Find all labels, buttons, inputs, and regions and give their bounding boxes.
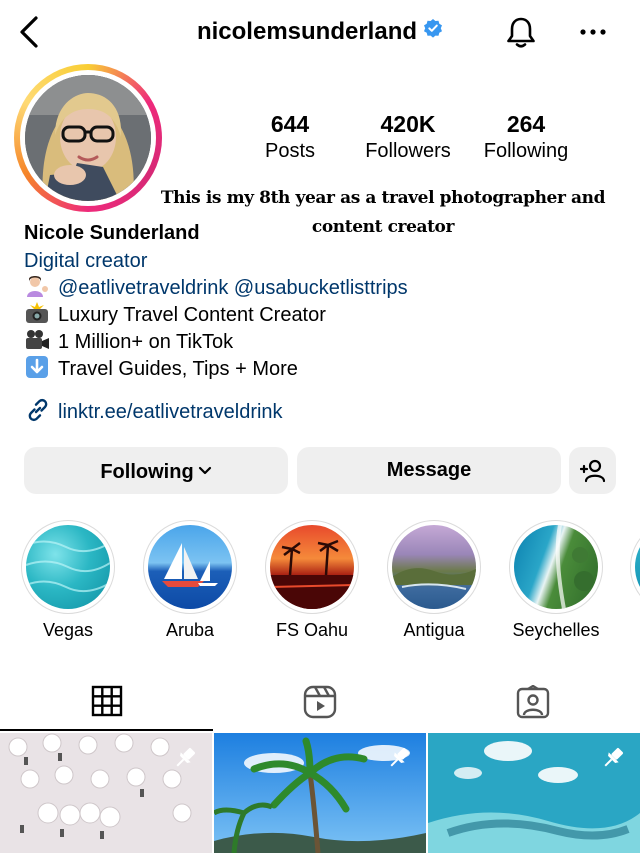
- avatar: [25, 75, 151, 201]
- highlight-vegas[interactable]: Vegas: [20, 520, 116, 641]
- highlight-ring: [21, 520, 115, 614]
- highlight-partial[interactable]: [630, 520, 640, 614]
- add-person-icon: [579, 459, 605, 483]
- highlight-cover: [635, 525, 640, 609]
- more-dots-icon[interactable]: [574, 14, 612, 50]
- caption-overlay-text: This is my 8th year as a travel photogra…: [160, 188, 606, 237]
- profile-link[interactable]: linktr.ee/eatlivetraveldrink: [24, 396, 283, 426]
- highlight-antigua[interactable]: Antigua: [386, 520, 482, 641]
- chevron-down-icon: [198, 447, 212, 494]
- post-thumbnail[interactable]: [214, 733, 426, 853]
- highlight-ring: [630, 520, 640, 614]
- tab-reels[interactable]: [213, 675, 426, 731]
- highlight-cover: [270, 525, 354, 609]
- highlight-seychelles[interactable]: Seychelles: [508, 520, 604, 641]
- pin-icon: [176, 748, 195, 767]
- top-bar: nicolemsunderland: [0, 0, 640, 64]
- profile-link-text: linktr.ee/eatlivetraveldrink: [58, 401, 283, 423]
- profile-username-header: nicolemsunderland: [0, 14, 640, 50]
- highlight-label: Vegas: [42, 620, 94, 640]
- grid-icon: [91, 685, 122, 717]
- highlight-aruba[interactable]: Aruba: [142, 520, 238, 641]
- followers-label: Followers: [365, 140, 451, 162]
- following-label: Following: [483, 140, 569, 162]
- bio-mentions-text[interactable]: @eatlivetraveldrink @usabucketlisttrips: [58, 277, 408, 299]
- add-person-button[interactable]: [569, 447, 616, 494]
- bio-line-tiktok: 1 Million+ on TikTok: [24, 329, 233, 355]
- post-thumbnail[interactable]: [0, 733, 212, 853]
- highlight-cover: [148, 525, 232, 609]
- posts-label: Posts: [264, 140, 316, 162]
- message-button[interactable]: Message: [297, 447, 561, 494]
- stat-followers[interactable]: 420K Followers: [355, 110, 461, 164]
- stat-posts[interactable]: 644 Posts: [240, 110, 340, 164]
- content-tab-bar: [0, 675, 640, 731]
- posts-count: 644: [270, 111, 310, 137]
- highlight-fs-oahu[interactable]: FS Oahu: [264, 520, 360, 641]
- message-button-label: Message: [386, 459, 472, 481]
- highlight-ring: [265, 520, 359, 614]
- highlight-ring: [143, 520, 237, 614]
- followers-count: 420K: [380, 111, 436, 137]
- camera-flash-icon: [24, 302, 50, 324]
- tab-grid[interactable]: [0, 675, 213, 731]
- pin-icon: [390, 748, 409, 767]
- avatar-frame: [20, 70, 156, 206]
- highlight-label: Seychelles: [512, 620, 600, 640]
- profile-name: Nicole Sunderland: [24, 222, 200, 244]
- tagged-icon: [516, 685, 549, 719]
- highlight-label: Aruba: [165, 620, 215, 640]
- highlight-ring: [387, 520, 481, 614]
- highlight-cover: [514, 525, 598, 609]
- following-button-label: Following: [100, 461, 194, 483]
- avatar-story-ring[interactable]: [14, 64, 162, 212]
- username: nicolemsunderland: [196, 18, 418, 45]
- profile-category: Digital creator: [24, 250, 148, 272]
- bell-icon[interactable]: [503, 14, 539, 50]
- bio-line-guides: Travel Guides, Tips + More: [24, 356, 298, 382]
- highlight-cover: [392, 525, 476, 609]
- bio-line-luxury: Luxury Travel Content Creator: [24, 302, 326, 328]
- video-camera-icon: [24, 329, 50, 351]
- reels-icon: [303, 685, 336, 719]
- verified-badge-icon: [423, 13, 443, 49]
- tab-tagged[interactable]: [426, 675, 639, 731]
- post-thumbnail[interactable]: [428, 733, 640, 853]
- woman-tipping-hand-icon: [24, 275, 50, 297]
- highlight-label: Antigua: [403, 620, 465, 640]
- highlight-cover: [26, 525, 110, 609]
- bio-luxury-text: Luxury Travel Content Creator: [58, 304, 326, 326]
- down-arrow-icon: [24, 356, 50, 378]
- bio-guides-text: Travel Guides, Tips + More: [58, 358, 298, 380]
- bio-line-mentions: @eatlivetraveldrink @usabucketlisttrips: [24, 275, 408, 301]
- following-button[interactable]: Following: [24, 447, 288, 494]
- pin-icon: [604, 748, 623, 767]
- stat-following[interactable]: 264 Following: [476, 110, 576, 164]
- following-count: 264: [506, 111, 546, 137]
- highlight-label: FS Oahu: [275, 620, 349, 640]
- bio-tiktok-text: 1 Million+ on TikTok: [58, 331, 234, 353]
- highlight-ring: [509, 520, 603, 614]
- link-icon: [28, 398, 48, 422]
